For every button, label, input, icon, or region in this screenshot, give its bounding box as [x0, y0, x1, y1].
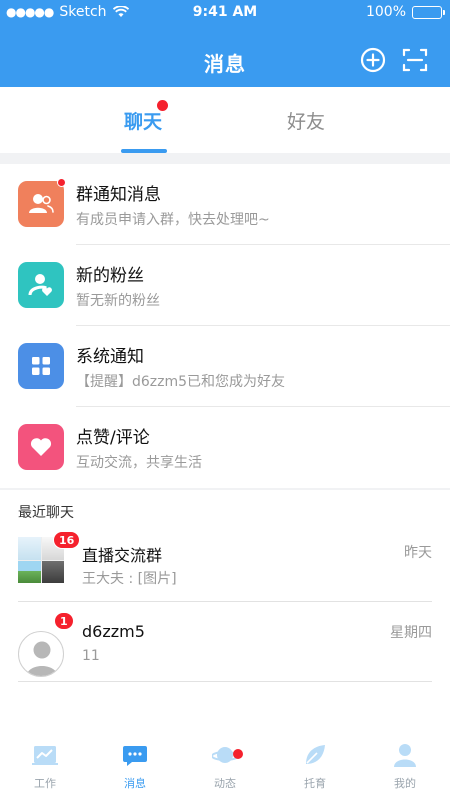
- message-icon: [123, 746, 147, 766]
- chat-last-message: 王大夫 : [图片]: [82, 571, 177, 587]
- battery-icon: [412, 5, 445, 19]
- tab-friends[interactable]: 好友: [287, 107, 325, 134]
- chat-name: 直播交流群: [82, 546, 163, 565]
- person-icon: [394, 744, 416, 767]
- fan-icon: [18, 262, 64, 308]
- nav-messages[interactable]: 消息: [90, 742, 180, 791]
- chat-row-user[interactable]: 1 d6zzm5 11 星期四: [0, 612, 450, 692]
- chart-icon: [32, 746, 58, 765]
- notice-subtitle: 有成员申请入群，快去处理吧~: [76, 212, 270, 228]
- unread-badge: 1: [54, 612, 74, 630]
- section-divider: [0, 488, 450, 490]
- nav-label: 动态: [214, 777, 236, 790]
- tab-chat-unread-dot: [157, 100, 168, 111]
- section-gap: [0, 153, 450, 164]
- heart-icon: [18, 424, 64, 470]
- bottom-nav: 工作 消息 动态 托育 我的: [0, 736, 450, 800]
- notice-subtitle: 互动交流，共享生活: [76, 455, 202, 471]
- nav-childcare[interactable]: 托育: [270, 742, 360, 791]
- nav-label: 托育: [304, 777, 326, 790]
- nav-label: 工作: [34, 777, 56, 790]
- chat-time: 昨天: [404, 545, 432, 561]
- notice-title: 点赞/评论: [76, 428, 150, 448]
- chat-row-group[interactable]: 16 直播交流群 王大夫 : [图片] 昨天: [0, 531, 450, 612]
- chat-name: d6zzm5: [82, 622, 145, 641]
- recent-chats-label: 最近聊天: [18, 505, 74, 521]
- nav-label: 消息: [124, 777, 146, 790]
- top-header: ●●●●● Sketch 9:41 AM 100% 消息: [0, 0, 450, 87]
- status-bar: ●●●●● Sketch 9:41 AM 100%: [0, 0, 450, 26]
- notice-subtitle: 暂无新的粉丝: [76, 293, 160, 309]
- notice-title: 系统通知: [76, 347, 144, 367]
- divider: [18, 681, 432, 682]
- chat-last-message: 11: [82, 648, 100, 664]
- group-icon: [18, 181, 64, 227]
- notice-row-likes[interactable]: 点赞/评论 互动交流，共享生活: [0, 407, 450, 488]
- nav-work[interactable]: 工作: [0, 742, 90, 791]
- nav-label: 我的: [394, 777, 416, 790]
- plus-circle-icon[interactable]: [360, 47, 386, 73]
- tab-chat[interactable]: 聊天: [124, 107, 162, 134]
- chat-time: 星期四: [390, 625, 432, 641]
- notice-row-system[interactable]: 系统通知 【提醒】d6zzm5已和您成为好友: [0, 326, 450, 407]
- avatar: [18, 631, 64, 677]
- battery-percent: 100%: [365, 4, 406, 20]
- unread-dot: [57, 178, 66, 187]
- notice-title: 群通知消息: [76, 185, 161, 205]
- notice-title: 新的粉丝: [76, 266, 144, 286]
- tab-bar: 聊天 好友: [0, 87, 450, 153]
- leaf-icon: [306, 745, 325, 764]
- notice-subtitle: 【提醒】d6zzm5已和您成为好友: [76, 374, 286, 390]
- divider: [18, 601, 432, 602]
- scan-icon[interactable]: [402, 47, 428, 73]
- notice-row-fans[interactable]: 新的粉丝 暂无新的粉丝: [0, 245, 450, 326]
- unread-badge: 16: [53, 531, 81, 549]
- grid-icon: [18, 343, 64, 389]
- unread-dot: [233, 749, 243, 759]
- notice-row-group[interactable]: 群通知消息 有成员申请入群，快去处理吧~: [0, 164, 450, 245]
- nav-profile[interactable]: 我的: [360, 742, 450, 791]
- nav-feed[interactable]: 动态: [180, 742, 270, 791]
